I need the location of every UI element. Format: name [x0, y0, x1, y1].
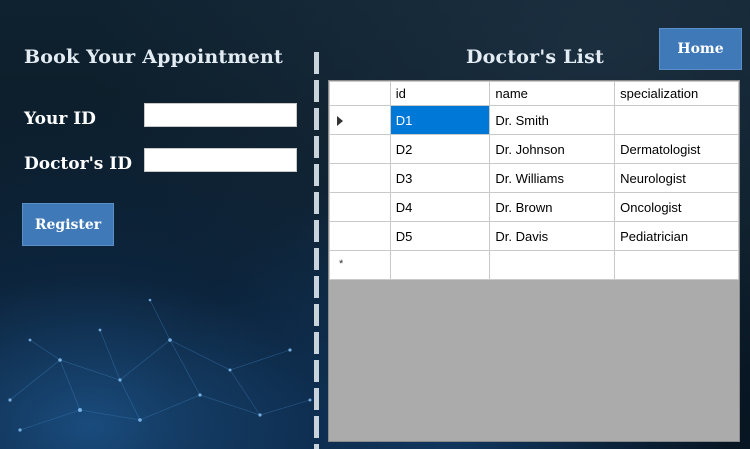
cell-id[interactable]: D4	[389, 192, 491, 222]
row-header[interactable]	[329, 163, 391, 193]
cell-id[interactable]: D2	[389, 134, 491, 164]
doctors-data-grid[interactable]: id name specialization D1 Dr. Smith D2 D…	[328, 80, 740, 442]
cell-name[interactable]: Dr. Williams	[489, 163, 616, 193]
cell-id[interactable]	[389, 250, 491, 280]
cell-id[interactable]: D5	[389, 221, 491, 251]
home-button[interactable]: Home	[659, 28, 742, 70]
new-row[interactable]: *	[329, 250, 739, 280]
new-row-star-icon: *	[339, 258, 344, 270]
cell-name[interactable]	[489, 250, 616, 280]
cell-specialization[interactable]: Pediatrician	[614, 221, 739, 251]
cell-specialization[interactable]	[614, 105, 739, 135]
register-button[interactable]: Register	[22, 203, 114, 246]
cell-id[interactable]: D1	[389, 105, 491, 135]
doctor-id-label: Doctor's ID	[24, 154, 132, 174]
doctors-list-title: Doctor's List	[466, 46, 604, 68]
cell-specialization[interactable]: Neurologist	[614, 163, 739, 193]
row-pointer-icon	[337, 116, 343, 126]
book-appointment-title: Book Your Appointment	[24, 46, 283, 68]
table-row[interactable]: D2 Dr. Johnson Dermatologist	[329, 134, 739, 164]
row-header[interactable]	[329, 134, 391, 164]
cell-name[interactable]: Dr. Brown	[489, 192, 616, 222]
column-header-id[interactable]: id	[389, 81, 491, 106]
your-id-input[interactable]	[144, 103, 297, 127]
table-row[interactable]: D4 Dr. Brown Oncologist	[329, 192, 739, 222]
cell-specialization[interactable]: Dermatologist	[614, 134, 739, 164]
cell-specialization[interactable]: Oncologist	[614, 192, 739, 222]
table-row[interactable]: D1 Dr. Smith	[329, 105, 739, 135]
your-id-label: Your ID	[24, 109, 96, 129]
cell-name[interactable]: Dr. Smith	[489, 105, 616, 135]
row-header[interactable]	[329, 105, 391, 135]
column-header-specialization[interactable]: specialization	[614, 81, 739, 106]
row-header-corner[interactable]	[329, 81, 391, 106]
row-header[interactable]	[329, 221, 391, 251]
panel-divider	[314, 52, 319, 449]
table-row[interactable]: D3 Dr. Williams Neurologist	[329, 163, 739, 193]
cell-name[interactable]: Dr. Johnson	[489, 134, 616, 164]
doctor-id-input[interactable]	[144, 148, 297, 172]
cell-specialization[interactable]	[614, 250, 739, 280]
cell-name[interactable]: Dr. Davis	[489, 221, 616, 251]
cell-id[interactable]: D3	[389, 163, 491, 193]
row-header[interactable]: *	[329, 250, 391, 280]
row-header[interactable]	[329, 192, 391, 222]
column-header-name[interactable]: name	[489, 81, 616, 106]
grid-header-row: id name specialization	[329, 81, 739, 106]
table-row[interactable]: D5 Dr. Davis Pediatrician	[329, 221, 739, 251]
